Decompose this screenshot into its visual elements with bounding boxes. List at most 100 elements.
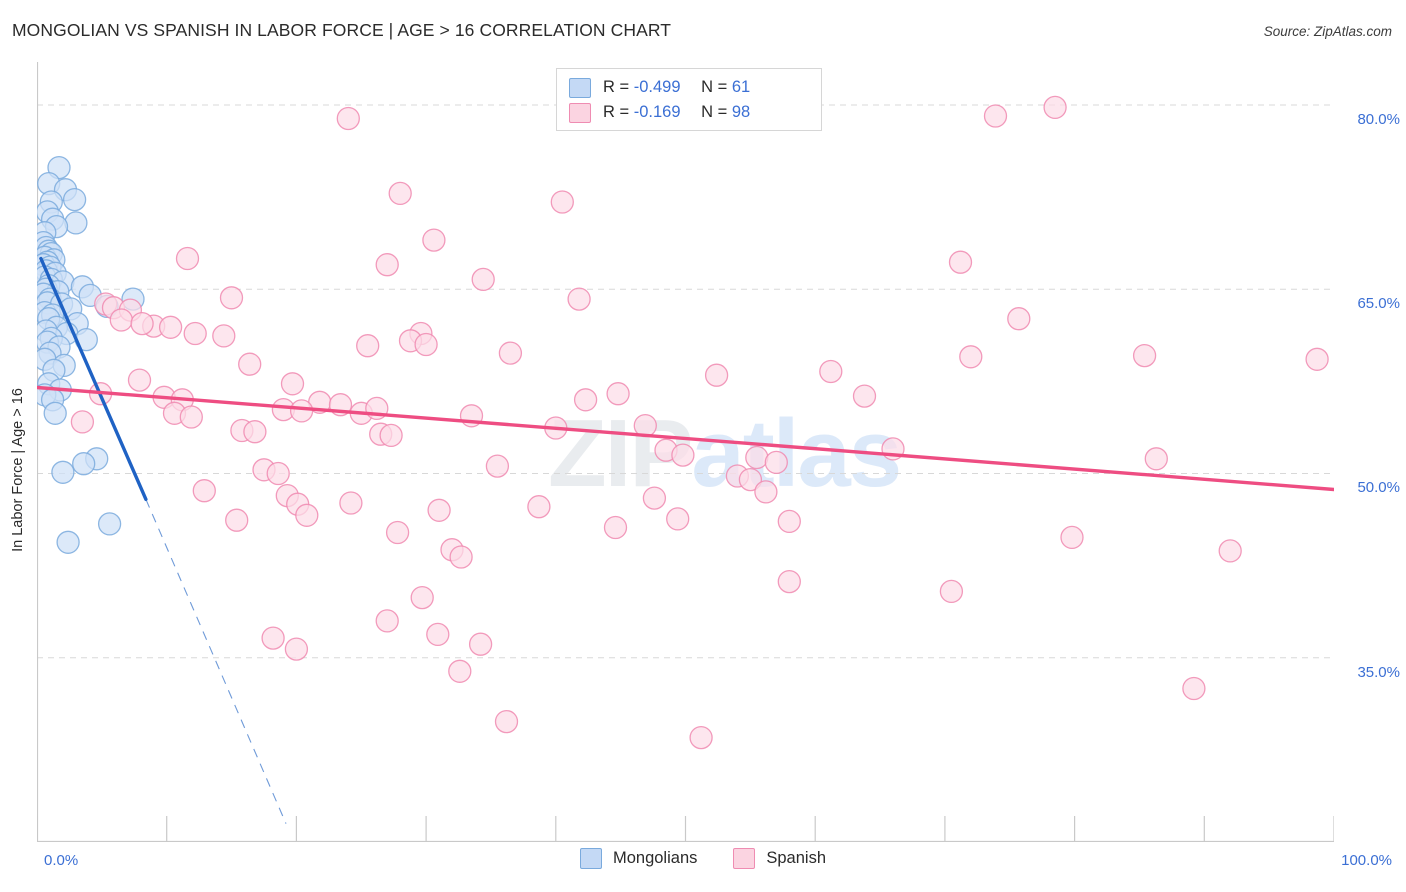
scatter-point[interactable] [243,420,267,444]
scatter-point[interactable] [51,460,75,484]
scatter-point[interactable] [573,388,598,412]
scatter-point[interactable] [983,104,1008,128]
scatter-point[interactable] [284,637,309,661]
scatter-point[interactable] [64,211,88,235]
scatter-point[interactable] [356,334,380,358]
scatter-point[interactable] [280,372,305,396]
scatter-point[interactable] [498,341,523,365]
scatter-point[interactable] [56,530,80,554]
source-attribution: Source: ZipAtlas.com [1263,24,1392,39]
scatter-point[interactable] [339,491,363,515]
scatter-point[interactable] [127,368,152,392]
scatter-point[interactable] [379,423,403,448]
scatter-point[interactable] [289,399,314,423]
n-value-spanish: 98 [731,103,751,121]
scatter-point[interactable] [689,725,713,750]
scatter-point[interactable] [764,450,788,475]
scatter-point[interactable] [388,181,412,206]
scatter-point[interactable] [72,452,96,476]
scatter-point[interactable] [948,250,973,274]
scatter-point[interactable] [62,187,87,212]
scatter-point[interactable] [1182,676,1206,701]
y-axis-label-80.0%: 80.0% [1357,110,1400,128]
scatter-point[interactable] [671,443,695,467]
n-value-mongolians: 61 [731,78,751,96]
scatter-point[interactable] [375,609,399,633]
scatter-point[interactable] [261,626,285,650]
legend-marker-mongolians [579,848,602,869]
scatter-point[interactable] [485,454,510,478]
scatter-point[interactable] [179,405,203,429]
legend-item-spanish[interactable]: Spanish [733,848,826,869]
correlation-stats-legend: R = -0.499 N = 61 R = -0.169 N = 98 [556,68,822,131]
stats-text-spanish: R = -0.169 N = 98 [603,103,750,122]
scatter-point[interactable] [550,190,574,214]
scatter-point[interactable] [704,363,729,387]
scatter-point[interactable] [130,311,154,336]
scatter-point[interactable] [192,479,216,503]
scatter-point[interactable] [777,509,801,534]
plot-svg [37,62,1334,842]
scatter-point[interactable] [212,324,236,348]
scatter-point[interactable] [97,512,122,536]
scatter-point[interactable] [109,308,133,332]
scatter-point[interactable] [468,632,493,656]
legend-label-spanish: Spanish [766,849,827,867]
scatter-point[interactable] [939,579,964,604]
scatter-point[interactable] [158,315,183,339]
page-title: MONGOLIAN VS SPANISH IN LABOR FORCE | AG… [12,20,672,40]
scatter-point[interactable] [266,461,290,486]
trendline-extension-mongolians [145,499,287,824]
n-label-spanish: N = [701,103,728,121]
scatter-point[interactable] [1043,95,1067,120]
scatter-point[interactable] [219,286,244,310]
scatter-point[interactable] [385,520,410,545]
series-points-spanish [70,95,1329,750]
scatter-point[interactable] [448,659,472,683]
r-value-mongolians: -0.499 [633,78,681,96]
scatter-point[interactable] [471,267,495,292]
scatter-point[interactable] [959,345,983,369]
scatter-point[interactable] [606,382,630,406]
scatter-point[interactable] [70,410,95,434]
y-axis-label-35.0%: 35.0% [1357,663,1400,681]
scatter-point[interactable] [1305,347,1329,371]
scatter-point[interactable] [666,507,690,531]
scatter-point[interactable] [642,486,667,510]
chart-page: MONGOLIAN VS SPANISH IN LABOR FORCE | AG… [0,0,1406,892]
scatter-point[interactable] [819,359,843,384]
scatter-point[interactable] [426,622,450,647]
scatter-point[interactable] [175,246,200,271]
scatter-point[interactable] [1007,307,1031,331]
scatter-point[interactable] [449,545,473,569]
scatter-point[interactable] [603,515,628,540]
scatter-point[interactable] [1144,447,1168,471]
stats-row-mongolians: R = -0.499 N = 61 [569,75,811,100]
trendline-spanish [37,385,1334,492]
scatter-point[interactable] [745,445,769,470]
scatter-point[interactable] [410,585,434,610]
y-axis-title: In Labor Force | Age > 16 [10,388,26,552]
scatter-point[interactable] [1132,343,1157,368]
scatter-point[interactable] [43,401,67,425]
scatter-point[interactable] [238,352,262,376]
scatter-point[interactable] [1218,539,1242,563]
scatter-point[interactable] [225,508,249,532]
scatter-point[interactable] [494,709,519,734]
scatter-point[interactable] [336,106,360,131]
legend-item-mongolians[interactable]: Mongolians [579,848,697,869]
scatter-point[interactable] [375,253,399,277]
scatter-point[interactable] [422,228,446,252]
scatter-point[interactable] [527,495,551,519]
r-value-spanish: -0.169 [633,103,681,121]
scatter-point[interactable] [1060,525,1084,550]
scatter-point[interactable] [295,503,319,527]
scatter-point[interactable] [183,321,207,346]
y-axis-label-50.0%: 50.0% [1357,479,1400,497]
scatter-point[interactable] [754,480,778,504]
scatter-point[interactable] [777,569,801,594]
scatter-point[interactable] [427,498,451,522]
scatter-point[interactable] [414,332,438,357]
scatter-point[interactable] [567,287,591,311]
scatter-point[interactable] [852,384,877,408]
